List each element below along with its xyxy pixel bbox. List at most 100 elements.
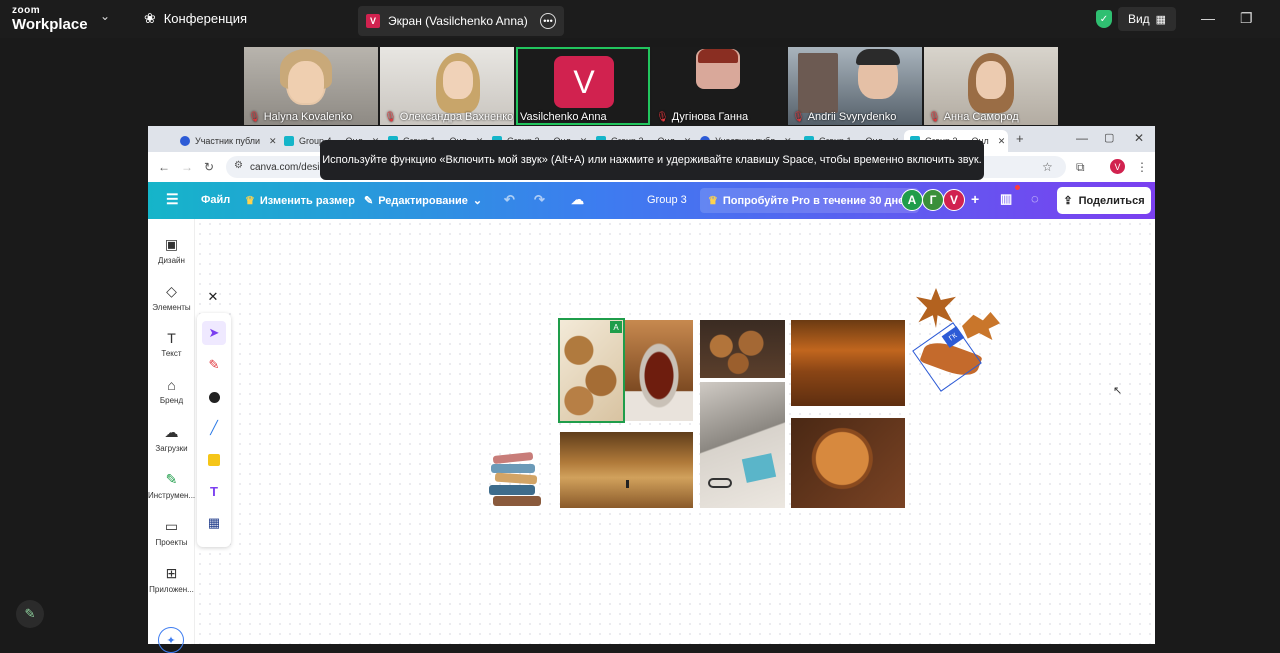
chevron-down-icon[interactable]: ⌄: [100, 9, 110, 23]
sidebar-item-tools[interactable]: ✎ Инструмен...: [148, 471, 195, 500]
mic-muted-icon: 🎙: [384, 111, 397, 123]
editing-mode-dropdown[interactable]: ✎ Редактирование ⌄: [364, 194, 482, 208]
laptop-desk-image[interactable]: [700, 382, 785, 508]
extensions-icon[interactable]: ⧉: [1076, 160, 1085, 175]
forward-icon[interactable]: →: [181, 160, 193, 174]
more-options-icon[interactable]: •••: [540, 13, 556, 29]
sidebar-item-design[interactable]: ▣ Дизайн: [148, 236, 195, 265]
annotate-pencil-icon[interactable]: ✎: [16, 600, 44, 628]
participant-face: [288, 61, 324, 103]
forest-path-image[interactable]: [560, 432, 693, 508]
sidebar-item-uploads[interactable]: ☁ Загрузки: [148, 424, 195, 453]
participant-tile[interactable]: 🎙 Halyna Kovalenko: [244, 47, 378, 125]
elements-icon: ◇: [166, 283, 177, 299]
sidebar-item-label: Проекты: [155, 538, 188, 547]
shield-icon[interactable]: ✓: [1096, 10, 1112, 28]
magic-sparkle-icon[interactable]: ✦: [158, 627, 184, 653]
document-title[interactable]: Group 3: [647, 194, 687, 206]
zoom-logo[interactable]: zoom Workplace: [12, 6, 88, 33]
minimize-icon[interactable]: —: [1201, 10, 1215, 26]
browser-tab[interactable]: Участник публи ✕: [174, 130, 278, 152]
sidebar-item-label: Инструмен...: [148, 491, 196, 500]
zoom-unmute-hint: Используйте функцию «Включить мой звук» …: [320, 140, 984, 180]
mic-muted-icon: 🎙: [248, 111, 261, 123]
back-icon[interactable]: ←: [158, 160, 170, 174]
collaborator-avatar[interactable]: Г: [922, 189, 944, 211]
kebab-menu-icon[interactable]: ⋮: [1136, 160, 1148, 174]
glasses-shape: [708, 478, 732, 488]
close-tab-icon[interactable]: ✕: [269, 136, 277, 147]
minimize-icon[interactable]: —: [1076, 131, 1088, 145]
tea-cup-image[interactable]: [625, 320, 693, 421]
text-tool-icon[interactable]: T: [202, 479, 226, 503]
redo-icon[interactable]: ↷: [534, 192, 545, 208]
close-tab-icon[interactable]: ✕: [998, 136, 1006, 147]
maximize-icon[interactable]: ▢: [1104, 131, 1114, 144]
pen-tool-icon[interactable]: ✎: [202, 353, 226, 377]
book-shape: [494, 472, 538, 485]
insights-chart-icon[interactable]: ▥: [1000, 191, 1012, 207]
share-icon: ⇪: [1063, 195, 1073, 207]
comment-icon[interactable]: ◌: [1031, 191, 1039, 206]
close-tools-icon[interactable]: ✕: [204, 288, 222, 306]
collaborator-avatar[interactable]: V: [943, 189, 965, 211]
view-button[interactable]: Вид ▦: [1118, 7, 1176, 31]
bookmark-star-icon[interactable]: ☆: [1042, 160, 1053, 174]
autumn-park-image[interactable]: [791, 320, 905, 406]
sidebar-item-label: Элементы: [152, 303, 191, 312]
maple-leaf-shape: [916, 288, 956, 328]
sidebar-item-label: Бренд: [159, 396, 184, 405]
sidebar-item-text[interactable]: T Текст: [148, 330, 195, 358]
oak-leaf-shape: [962, 312, 1000, 340]
participant-tile[interactable]: 🎙 Анна Самород: [924, 47, 1058, 125]
projects-icon: ▭: [164, 518, 179, 534]
participant-tile[interactable]: 🎙 Дугінова Ганна: [652, 47, 786, 125]
participant-tile[interactable]: 🎙 Andrii Svyrydenko: [788, 47, 922, 125]
books-stack-image[interactable]: [489, 452, 545, 508]
sidebar-item-elements[interactable]: ◇ Элементы: [148, 283, 195, 312]
paw-icon: ❀: [144, 10, 156, 26]
zoom-favicon-icon: [180, 136, 190, 146]
site-info-icon[interactable]: ⚙: [234, 160, 243, 171]
restore-icon[interactable]: ❐: [1240, 10, 1253, 27]
book-shape: [493, 496, 541, 506]
participant-face: [443, 61, 473, 99]
sidebar-item-apps[interactable]: ⊞ Приложен...: [148, 565, 195, 594]
share-button[interactable]: ⇪ Поделиться: [1057, 187, 1151, 214]
collaborator-avatar[interactable]: A: [901, 189, 923, 211]
new-tab-icon[interactable]: +: [1016, 131, 1024, 146]
browser-tab-label: Участник публи: [195, 136, 260, 146]
screen-share-badge: V: [366, 14, 380, 28]
table-tool-icon[interactable]: ▦: [202, 511, 226, 535]
pie-image[interactable]: [791, 418, 905, 508]
try-pro-button[interactable]: ♛ Попробуйте Pro в течение 30 дней: [700, 188, 919, 213]
meeting-info[interactable]: ❀ Конференция: [144, 10, 247, 27]
cookies-image[interactable]: A: [558, 318, 625, 423]
shapes-tool-icon[interactable]: [202, 385, 226, 409]
file-menu[interactable]: Файл: [201, 194, 230, 206]
participant-name: Halyna Kovalenko: [263, 111, 353, 123]
autumn-leaves-image[interactable]: ГК: [910, 282, 1002, 392]
profile-avatar[interactable]: V: [1110, 159, 1125, 174]
mouse-cursor-icon: ↖: [1113, 385, 1123, 397]
cloud-saved-icon[interactable]: ☁: [571, 192, 584, 208]
participant-tile[interactable]: 🎙 Олександра Вахненко: [380, 47, 514, 125]
participant-tile-active[interactable]: V Vasilchenko Anna: [516, 47, 650, 125]
add-collaborator-icon[interactable]: +: [971, 191, 979, 207]
undo-icon[interactable]: ↶: [504, 192, 515, 208]
cinnamon-rolls-image[interactable]: [700, 320, 785, 378]
reload-icon[interactable]: ↻: [204, 160, 214, 174]
sidebar-item-brand[interactable]: ⌂ Бренд: [148, 377, 195, 405]
sticky-note-icon[interactable]: [202, 448, 226, 472]
select-pointer-icon[interactable]: ➤: [202, 321, 226, 345]
selection-badge: A: [610, 321, 622, 333]
resize-button[interactable]: ♛ Изменить размер: [245, 194, 355, 208]
sidebar-item-projects[interactable]: ▭ Проекты: [148, 518, 195, 547]
text-icon: T: [167, 330, 176, 346]
screen-share-tab[interactable]: V Экран (Vasilchenko Anna) •••: [358, 6, 564, 36]
line-tool-icon[interactable]: ╱: [202, 416, 226, 440]
hamburger-menu-icon[interactable]: ☰: [166, 191, 179, 208]
close-window-icon[interactable]: ✕: [1134, 131, 1144, 145]
crown-icon: ♛: [245, 195, 255, 207]
sidebar-item-label: Дизайн: [158, 256, 185, 265]
